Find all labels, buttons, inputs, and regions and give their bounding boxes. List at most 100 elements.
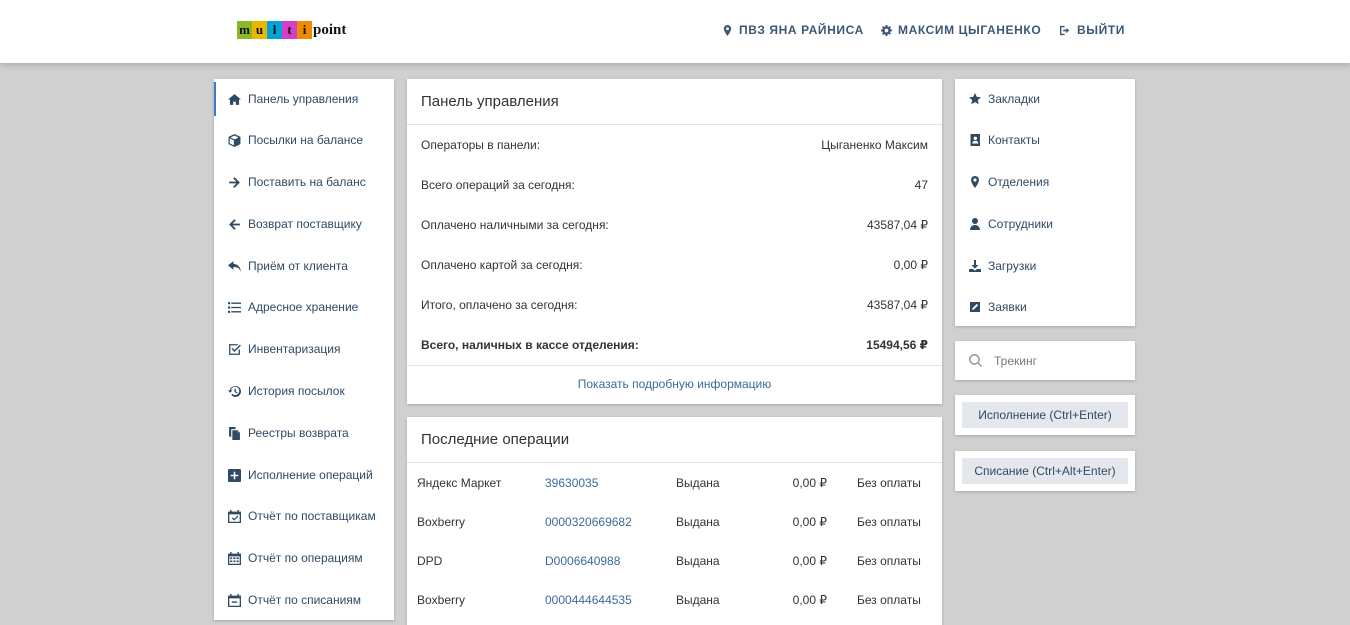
sidebar-item-writeoff-report[interactable]: Отчёт по списаниям xyxy=(214,583,394,617)
sidebar-item-return-registers[interactable]: Реестры возврата xyxy=(214,416,394,450)
sidebar-item-label: Поставить на баланс xyxy=(248,175,366,189)
operation-payment: Без оплаты xyxy=(857,515,921,529)
operation-amount: 0,00 ₽ xyxy=(792,593,827,607)
logo-letter-l: l xyxy=(267,21,282,39)
quick-link-label: Закладки xyxy=(988,92,1040,106)
stat-value: 0,00 ₽ xyxy=(893,258,928,272)
quick-link-bookmarks[interactable]: Закладки xyxy=(955,82,1135,116)
dashboard-title: Панель управления xyxy=(421,93,559,110)
operation-tracking-link[interactable]: 0000444644535 xyxy=(545,593,632,607)
sidebar-item-label: Реестры возврата xyxy=(248,426,349,440)
stat-row-card-paid: Оплачено картой за сегодня: 0,00 ₽ xyxy=(421,255,928,275)
sidebar-item-label: Возврат поставщику xyxy=(248,217,362,231)
sidebar-item-parcels-on-balance[interactable]: Посылки на балансе xyxy=(214,123,394,157)
table-row: Яндекс Маркет 39630035 Выдана 0,00 ₽ Без… xyxy=(407,473,942,493)
table-row: DPD D0006640988 Выдана 0,00 ₽ Без оплаты xyxy=(407,551,942,571)
sidebar-item-label: Отчёт по списаниям xyxy=(248,593,362,607)
multipoint-logo[interactable]: m u l t i point xyxy=(237,21,346,39)
stat-label: Всего, наличных в кассе отделения: xyxy=(421,338,639,352)
quick-link-branches[interactable]: Отделения xyxy=(955,165,1135,199)
sidebar-item-operations-report[interactable]: Отчёт по операциям xyxy=(214,541,394,575)
copy-icon xyxy=(229,426,240,440)
recent-operations-title: Последние операции xyxy=(421,431,570,448)
tracking-search-input[interactable] xyxy=(994,353,1124,368)
sidebar-item-receive-from-client[interactable]: Приём от клиента xyxy=(214,249,394,283)
dashboard-panel: Панель управления Операторы в панели: Цы… xyxy=(407,79,942,404)
location-label: ПВЗ ЯНА РАЙНИСА xyxy=(739,23,864,37)
writeoff-button[interactable]: Списание (Ctrl+Alt+Enter) xyxy=(962,458,1128,484)
recent-operations-panel: Последние операции Яндекс Маркет 3963003… xyxy=(407,417,942,625)
operation-amount: 0,00 ₽ xyxy=(792,554,827,568)
map-marker-icon xyxy=(723,24,732,36)
stat-row-cash-in-register: Всего, наличных в кассе отделения: 15494… xyxy=(421,335,928,355)
sidebar-item-label: Инвентаризация xyxy=(248,342,341,356)
calendar-minus-icon xyxy=(228,593,241,607)
quick-link-employees[interactable]: Сотрудники xyxy=(955,207,1135,241)
user-icon xyxy=(970,218,980,230)
logo-word: point xyxy=(313,22,347,38)
stat-row-total-paid: Итого, оплачено за сегодня: 43587,04 ₽ xyxy=(421,295,928,315)
quick-link-label: Заявки xyxy=(988,300,1027,314)
operation-tracking-link[interactable]: D0006640988 xyxy=(545,554,620,568)
search-icon xyxy=(969,354,982,367)
arrow-right-icon xyxy=(229,176,240,188)
stat-value: 43587,04 ₽ xyxy=(866,298,928,312)
sidebar-item-return-to-supplier[interactable]: Возврат поставщику xyxy=(214,207,394,241)
sidebar-item-label: Панель управления xyxy=(248,92,359,106)
stat-label: Итого, оплачено за сегодня: xyxy=(421,298,578,312)
calendar-check-icon xyxy=(228,509,241,523)
table-row: Boxberry 0000444644535 Выдана 0,00 ₽ Без… xyxy=(407,590,942,610)
sidebar-item-put-on-balance[interactable]: Поставить на баланс xyxy=(214,165,394,199)
stat-value: 47 xyxy=(914,178,928,192)
cube-icon xyxy=(228,133,241,147)
sidebar-item-execute-operations[interactable]: Исполнение операций xyxy=(214,458,394,492)
operation-status: Выдана xyxy=(676,476,720,490)
stat-row-operators: Операторы в панели: Цыганенко Максим xyxy=(421,135,928,155)
plus-square-icon xyxy=(228,468,241,482)
logout-link[interactable]: ВЫЙТИ xyxy=(1060,23,1125,37)
stat-value: Цыганенко Максим xyxy=(821,138,928,152)
operation-payment: Без оплаты xyxy=(857,554,921,568)
quick-links-panel: Закладки Контакты Отделения Сотрудники З… xyxy=(955,79,1135,326)
user-name-label: МАКСИМ ЦЫГАНЕНКО xyxy=(898,23,1042,37)
quick-link-requests[interactable]: Заявки xyxy=(955,290,1135,324)
operation-sender: DPD xyxy=(417,554,443,568)
divider xyxy=(407,462,942,463)
quick-link-label: Отделения xyxy=(988,175,1050,189)
sidebar-item-parcel-history[interactable]: История посылок xyxy=(214,374,394,408)
stat-row-total-operations: Всего операций за сегодня: 47 xyxy=(421,175,928,195)
operation-tracking-link[interactable]: 39630035 xyxy=(545,476,598,490)
sidebar-item-inventory[interactable]: Инвентаризация xyxy=(214,332,394,366)
sidebar-item-label: Отчёт по поставщикам xyxy=(248,509,376,523)
home-icon xyxy=(228,93,241,105)
star-icon xyxy=(969,93,981,105)
stat-label: Оплачено картой за сегодня: xyxy=(421,258,583,272)
sidebar-item-supplier-report[interactable]: Отчёт по поставщикам xyxy=(214,499,394,533)
stat-label: Всего операций за сегодня: xyxy=(421,178,575,192)
logo-letter-i: i xyxy=(297,21,312,39)
sidebar-item-label: Отчёт по операциям xyxy=(248,551,363,565)
execute-button[interactable]: Исполнение (Ctrl+Enter) xyxy=(962,402,1128,428)
quick-link-downloads[interactable]: Загрузки xyxy=(955,249,1135,283)
operation-status: Выдана xyxy=(676,593,720,607)
download-icon xyxy=(969,260,981,272)
stat-row-cash-paid: Оплачено наличными за сегодня: 43587,04 … xyxy=(421,215,928,235)
show-details-link[interactable]: Показать подробную информацию xyxy=(407,377,942,391)
sidebar-item-dashboard[interactable]: Панель управления xyxy=(214,82,394,116)
operation-sender: Boxberry xyxy=(417,515,466,529)
location-link[interactable]: ПВЗ ЯНА РАЙНИСА xyxy=(722,23,864,37)
sign-out-icon xyxy=(1060,25,1070,35)
quick-link-contacts[interactable]: Контакты xyxy=(955,123,1135,157)
arrow-left-icon xyxy=(229,218,240,230)
quick-link-label: Контакты xyxy=(988,133,1040,147)
operation-payment: Без оплаты xyxy=(857,593,921,607)
operation-amount: 0,00 ₽ xyxy=(792,476,827,490)
operation-tracking-link[interactable]: 0000320669682 xyxy=(545,515,632,529)
address-book-icon xyxy=(970,134,980,146)
user-settings-link[interactable]: МАКСИМ ЦЫГАНЕНКО xyxy=(881,23,1041,37)
logo-letter-m: m xyxy=(237,21,252,39)
history-icon xyxy=(228,385,241,397)
sidebar-item-label: Адресное хранение xyxy=(248,300,359,314)
sidebar-item-address-storage[interactable]: Адресное хранение xyxy=(214,290,394,324)
execute-button-box: Исполнение (Ctrl+Enter) xyxy=(955,395,1135,435)
